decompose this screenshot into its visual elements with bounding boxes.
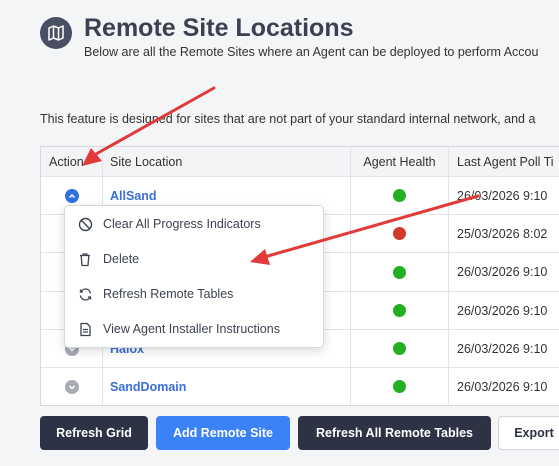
- health-status-indicator: [393, 380, 406, 393]
- agent-health-cell: [351, 292, 449, 329]
- chevron-down-icon[interactable]: [64, 379, 79, 394]
- agent-health-cell: [351, 215, 449, 252]
- menu-item-refresh-remote-tables[interactable]: Refresh Remote Tables: [65, 280, 323, 308]
- row-actions-menu: Clear All Progress Indicators Delete Ref…: [64, 205, 324, 348]
- health-status-indicator: [393, 342, 406, 355]
- trash-icon: [77, 251, 93, 267]
- agent-health-cell: [351, 330, 449, 367]
- menu-item-label: Refresh Remote Tables: [103, 287, 234, 301]
- menu-item-clear-progress[interactable]: Clear All Progress Indicators: [65, 210, 323, 238]
- export-button[interactable]: Export: [498, 416, 559, 450]
- column-header-agent-health[interactable]: Agent Health: [351, 147, 449, 176]
- map-icon: [40, 17, 72, 49]
- column-header-action[interactable]: Action: [41, 147, 103, 176]
- no-entry-icon: [77, 216, 93, 232]
- poll-time-cell: 26/03/2026 9:10: [457, 265, 548, 279]
- add-remote-site-button[interactable]: Add Remote Site: [156, 416, 290, 450]
- agent-health-cell: [351, 177, 449, 214]
- poll-time-cell: 26/03/2026 9:10: [457, 303, 548, 318]
- table-row: SandDomain 26/03/2026 9:10: [41, 368, 559, 405]
- chevron-down-icon[interactable]: [64, 188, 79, 203]
- site-link[interactable]: SandDomain: [110, 380, 186, 394]
- menu-item-label: Clear All Progress Indicators: [103, 217, 261, 231]
- poll-time-cell: 26/03/2026 9:10: [457, 341, 548, 356]
- site-location-cell: SandDomain: [103, 368, 351, 405]
- action-cell: [41, 368, 103, 405]
- health-status-indicator: [393, 189, 406, 202]
- menu-item-view-installer-instructions[interactable]: View Agent Installer Instructions: [65, 315, 323, 343]
- page-title: Remote Site Locations: [84, 14, 354, 42]
- document-icon: [77, 321, 93, 337]
- health-status-indicator: [393, 227, 406, 240]
- poll-time-cell: 26/03/2026 9:10: [457, 188, 548, 203]
- grid-header-row: Action Site Location Agent Health Last A…: [41, 147, 559, 177]
- menu-item-delete[interactable]: Delete: [65, 245, 323, 273]
- refresh-icon: [77, 286, 93, 302]
- column-header-site-location[interactable]: Site Location: [103, 147, 351, 176]
- feature-description: This feature is designed for sites that …: [40, 112, 536, 126]
- column-header-last-agent-poll[interactable]: Last Agent Poll Ti: [449, 147, 559, 176]
- poll-time-cell: 25/03/2026 8:02: [457, 226, 548, 241]
- agent-health-cell: [351, 368, 449, 405]
- agent-health-cell: [351, 253, 449, 291]
- menu-item-label: Delete: [103, 252, 140, 266]
- health-status-indicator: [393, 265, 406, 279]
- health-status-indicator: [393, 304, 406, 317]
- menu-item-label: View Agent Installer Instructions: [103, 322, 280, 336]
- poll-time-cell: 26/03/2026 9:10: [457, 379, 548, 394]
- refresh-grid-button[interactable]: Refresh Grid: [40, 416, 148, 450]
- page-subtitle: Below are all the Remote Sites where an …: [84, 45, 539, 59]
- refresh-all-remote-tables-button[interactable]: Refresh All Remote Tables: [298, 416, 491, 450]
- site-link[interactable]: AllSand: [110, 189, 157, 203]
